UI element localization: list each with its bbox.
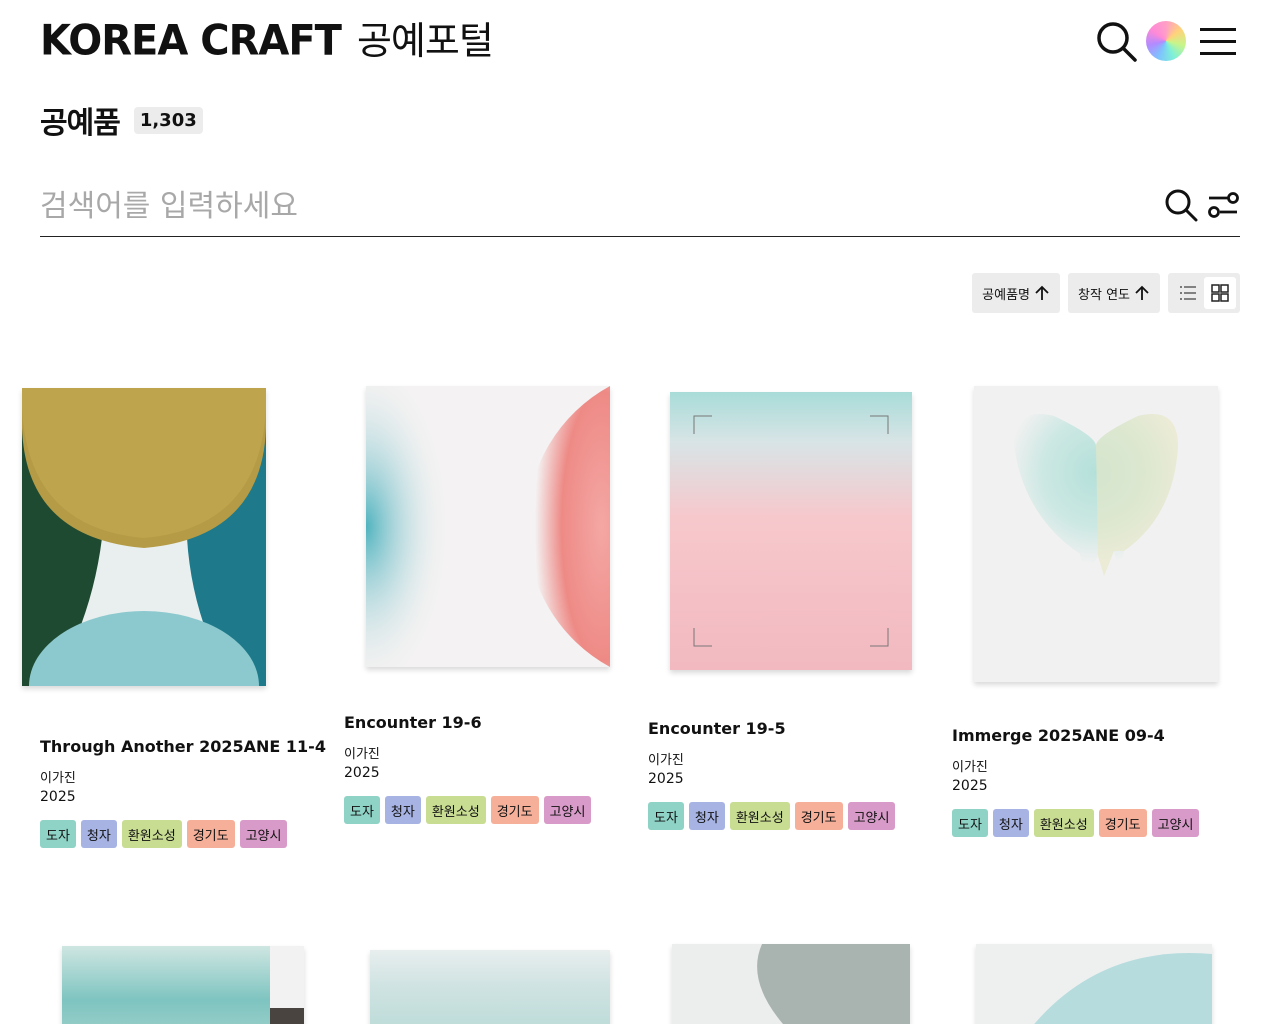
tag-technique[interactable]: 환원소성	[425, 796, 486, 824]
card-artist: 이가진	[40, 771, 76, 786]
card-title[interactable]: Encounter 19-5	[648, 719, 786, 738]
artwork-image[interactable]	[672, 944, 910, 1024]
artwork-image[interactable]	[366, 386, 610, 667]
color-wheel-icon[interactable]	[1146, 21, 1186, 61]
arrow-up-icon	[1135, 285, 1149, 300]
card-title[interactable]: Immerge 2025ANE 09-4	[952, 726, 1165, 745]
search-submit-icon[interactable]	[1164, 188, 1198, 222]
card-title[interactable]: Encounter 19-6	[344, 713, 482, 732]
sort-by-year-button[interactable]: 창작 연도	[1068, 273, 1160, 313]
artwork-image[interactable]	[670, 392, 912, 670]
card-artist: 이가진	[952, 760, 988, 775]
result-count-badge: 1,303	[133, 106, 203, 134]
page-title-row: 공예품 1,303	[40, 100, 203, 141]
card-artist: 이가진	[344, 747, 380, 762]
site-header: KOREA CRAFT 공예포털	[40, 16, 1240, 66]
card-tags: 도자 청자 환원소성 경기도 고양시	[648, 802, 896, 830]
card-year: 2025	[344, 765, 380, 781]
tag-type[interactable]: 청자	[384, 796, 421, 824]
search-icon[interactable]	[1094, 19, 1138, 63]
tag-city[interactable]: 고양시	[847, 802, 896, 830]
tag-province[interactable]: 경기도	[1098, 809, 1147, 837]
site-logo[interactable]: KOREA CRAFT 공예포털	[40, 16, 494, 66]
filter-icon[interactable]	[1206, 188, 1240, 222]
tag-material[interactable]: 도자	[952, 809, 988, 837]
tag-province[interactable]: 경기도	[490, 796, 539, 824]
artwork-image[interactable]	[974, 386, 1218, 682]
search-input[interactable]	[40, 182, 1140, 230]
card-tags: 도자 청자 환원소성 경기도 고양시	[344, 796, 592, 824]
view-mode-toggle	[1168, 273, 1240, 313]
search-bar	[40, 176, 1240, 237]
list-view-icon[interactable]	[1172, 277, 1204, 309]
card-tags: 도자 청자 환원소성 경기도 고양시	[40, 820, 288, 848]
card-year: 2025	[952, 778, 988, 794]
artwork-image[interactable]	[62, 946, 304, 1024]
tag-technique[interactable]: 환원소성	[121, 820, 182, 848]
tag-material[interactable]: 도자	[40, 820, 76, 848]
sort-controls: 공예품명 창작 연도	[964, 273, 1240, 313]
tag-type[interactable]: 청자	[80, 820, 117, 848]
artwork-image[interactable]	[976, 944, 1212, 1024]
tag-type[interactable]: 청자	[688, 802, 725, 830]
hamburger-menu-icon[interactable]	[1200, 21, 1240, 61]
tag-city[interactable]: 고양시	[543, 796, 592, 824]
sort-by-name-label: 공예품명	[982, 287, 1031, 303]
tag-material[interactable]: 도자	[648, 802, 684, 830]
artwork-image[interactable]	[22, 388, 266, 686]
logo-text-ko: 공예포털	[356, 19, 494, 63]
header-actions	[1094, 18, 1240, 64]
card-artist: 이가진	[648, 753, 684, 768]
sort-by-year-label: 창작 연도	[1078, 287, 1130, 303]
card-title[interactable]: Through Another 2025ANE 11-4	[40, 737, 326, 756]
page-title: 공예품	[40, 106, 121, 141]
tag-technique[interactable]: 환원소성	[729, 802, 790, 830]
tag-city[interactable]: 고양시	[1151, 809, 1200, 837]
tag-technique[interactable]: 환원소성	[1033, 809, 1094, 837]
tag-province[interactable]: 경기도	[186, 820, 235, 848]
tag-type[interactable]: 청자	[992, 809, 1029, 837]
tag-material[interactable]: 도자	[344, 796, 380, 824]
card-tags: 도자 청자 환원소성 경기도 고양시	[952, 809, 1200, 837]
artwork-image[interactable]	[370, 950, 610, 1024]
arrow-up-icon	[1035, 285, 1049, 300]
logo-text-en: KOREA CRAFT	[40, 16, 342, 66]
card-year: 2025	[40, 789, 76, 805]
sort-by-name-button[interactable]: 공예품명	[972, 273, 1061, 313]
tag-city[interactable]: 고양시	[239, 820, 288, 848]
tag-province[interactable]: 경기도	[794, 802, 843, 830]
grid-view-icon[interactable]	[1204, 277, 1236, 309]
card-year: 2025	[648, 771, 684, 787]
